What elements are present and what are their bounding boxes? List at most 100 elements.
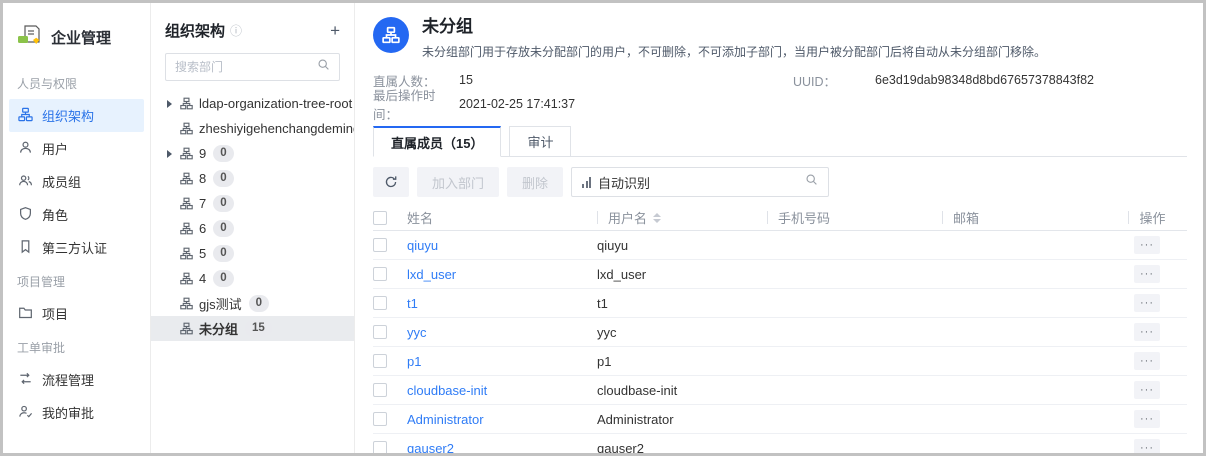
tree-node-gjs-test[interactable]: gjs测试 0 [151, 291, 354, 316]
person-check-icon [18, 404, 33, 422]
sidebar-item-label: 项目 [42, 304, 68, 323]
column-header-action: 操作 [1107, 208, 1187, 227]
member-name-link[interactable]: p1 [407, 354, 421, 369]
nav-section-label: 工单审批 [3, 330, 150, 363]
sidebar-item-label: 我的审批 [42, 403, 94, 422]
expand-arrow-icon[interactable] [167, 150, 180, 158]
row-checkbox[interactable] [373, 267, 387, 281]
more-actions-button[interactable]: ··· [1134, 236, 1160, 254]
row-checkbox[interactable] [373, 412, 387, 426]
tree-node-long-name[interactable]: zheshiyigehenchangdemingzizheshiyige [151, 116, 354, 141]
bookmark-icon [18, 239, 33, 257]
member-count-badge: 0 [213, 195, 233, 212]
member-name-link[interactable]: qauser2 [407, 441, 454, 456]
expand-arrow-icon[interactable] [167, 100, 180, 108]
department-description: 未分组部门用于存放未分配部门的用户，不可删除，不可添加子部门，当用户被分配部门后… [422, 43, 1046, 60]
tab-direct-members[interactable]: 直属成员（15） [373, 126, 501, 157]
department-search-input[interactable] [175, 60, 311, 74]
sidebar-item-label: 角色 [42, 205, 68, 224]
more-actions-button[interactable]: ··· [1134, 352, 1160, 370]
add-department-button[interactable]: + [330, 22, 340, 39]
member-count-badge: 0 [213, 245, 233, 262]
sidebar-item-label: 流程管理 [42, 370, 94, 389]
table-row: t1 t1 ··· [373, 289, 1187, 318]
member-count-badge: 0 [213, 270, 233, 287]
member-name-link[interactable]: cloudbase-init [407, 383, 487, 398]
table-row: yyc yyc ··· [373, 318, 1187, 347]
member-username: qauser2 [597, 441, 767, 456]
sidebar-item-process-management[interactable]: 流程管理 [9, 363, 144, 396]
last-op-time-value: 2021-02-25 17:41:37 [459, 97, 575, 111]
more-actions-button[interactable]: ··· [1134, 323, 1160, 341]
row-checkbox[interactable] [373, 296, 387, 310]
tree-node-ungrouped[interactable]: 未分组 15 [151, 316, 354, 341]
member-username: t1 [597, 296, 767, 311]
last-op-time-label: 最后操作时间： [373, 85, 459, 123]
tree-node-9[interactable]: 9 0 [151, 141, 354, 166]
member-name-link[interactable]: t1 [407, 296, 418, 311]
sidebar-item-users[interactable]: 用户 [9, 132, 144, 165]
table-row: cloudbase-init cloudbase-init ··· [373, 376, 1187, 405]
user-icon [18, 140, 33, 158]
table-row: p1 p1 ··· [373, 347, 1187, 376]
sidebar-item-label: 组织架构 [42, 106, 94, 125]
sidebar-item-org-structure[interactable]: 组织架构 [9, 99, 144, 132]
tree-node-6[interactable]: 6 0 [151, 216, 354, 241]
department-search-box[interactable] [165, 53, 340, 81]
nav-section-label: 项目管理 [3, 264, 150, 297]
row-checkbox[interactable] [373, 238, 387, 252]
user-group-icon [18, 173, 33, 191]
row-checkbox[interactable] [373, 441, 387, 455]
search-icon [805, 173, 818, 191]
sidebar-item-member-groups[interactable]: 成员组 [9, 165, 144, 198]
more-actions-button[interactable]: ··· [1134, 294, 1160, 312]
member-count-badge: 0 [213, 220, 233, 237]
more-actions-button[interactable]: ··· [1134, 381, 1160, 399]
app-window: 企业管理 人员与权限 组织架构 用户 [0, 0, 1206, 456]
app-title: 企业管理 [51, 27, 111, 48]
join-department-button[interactable]: 加入部门 [417, 167, 499, 197]
sidebar-item-third-party-auth[interactable]: 第三方认证 [9, 231, 144, 264]
select-all-checkbox[interactable] [373, 211, 387, 225]
sidebar: 企业管理 人员与权限 组织架构 用户 [3, 3, 151, 453]
member-name-link[interactable]: lxd_user [407, 267, 456, 282]
shield-icon [18, 206, 33, 224]
member-name-link[interactable]: qiuyu [407, 238, 438, 253]
tree-node-8[interactable]: 8 0 [151, 166, 354, 191]
member-name-link[interactable]: Administrator [407, 412, 484, 427]
column-header-username[interactable]: 用户名 [597, 208, 767, 227]
tree-node-5[interactable]: 5 0 [151, 241, 354, 266]
folder-icon [18, 305, 33, 323]
more-actions-button[interactable]: ··· [1134, 265, 1160, 283]
member-username: cloudbase-init [597, 383, 767, 398]
tree-node-4[interactable]: 4 0 [151, 266, 354, 291]
sort-icon[interactable] [653, 213, 661, 223]
org-chart-icon [18, 107, 33, 125]
sidebar-item-label: 第三方认证 [42, 238, 107, 257]
sidebar-item-label: 用户 [42, 139, 68, 158]
flow-arrows-icon [18, 371, 33, 389]
refresh-button[interactable] [373, 167, 409, 197]
tree-node-ldap-root[interactable]: ldap-organization-tree-root 10774 [151, 91, 354, 116]
members-table: 姓名 用户名 手机号码 邮箱 操作 qiuyu qiuyu ··· lxd_u [373, 205, 1187, 456]
row-checkbox[interactable] [373, 354, 387, 368]
more-actions-button[interactable]: ··· [1134, 439, 1160, 456]
member-count-badge: 0 [249, 295, 269, 312]
tab-audit[interactable]: 审计 [509, 126, 571, 157]
row-checkbox[interactable] [373, 383, 387, 397]
sidebar-item-my-approvals[interactable]: 我的审批 [9, 396, 144, 429]
sidebar-item-roles[interactable]: 角色 [9, 198, 144, 231]
info-icon[interactable]: ⓘ [230, 22, 242, 39]
member-search-box[interactable]: 自动识别 [571, 167, 829, 197]
row-checkbox[interactable] [373, 325, 387, 339]
sidebar-item-label: 成员组 [42, 172, 81, 191]
column-header-email: 邮箱 [942, 208, 1107, 227]
sidebar-item-projects[interactable]: 项目 [9, 297, 144, 330]
tree-node-7[interactable]: 7 0 [151, 191, 354, 216]
member-name-link[interactable]: yyc [407, 325, 427, 340]
table-row: qiuyu qiuyu ··· [373, 231, 1187, 260]
org-panel-title: 组织架构 [165, 20, 225, 41]
delete-button[interactable]: 删除 [507, 167, 563, 197]
member-username: Administrator [597, 412, 767, 427]
more-actions-button[interactable]: ··· [1134, 410, 1160, 428]
